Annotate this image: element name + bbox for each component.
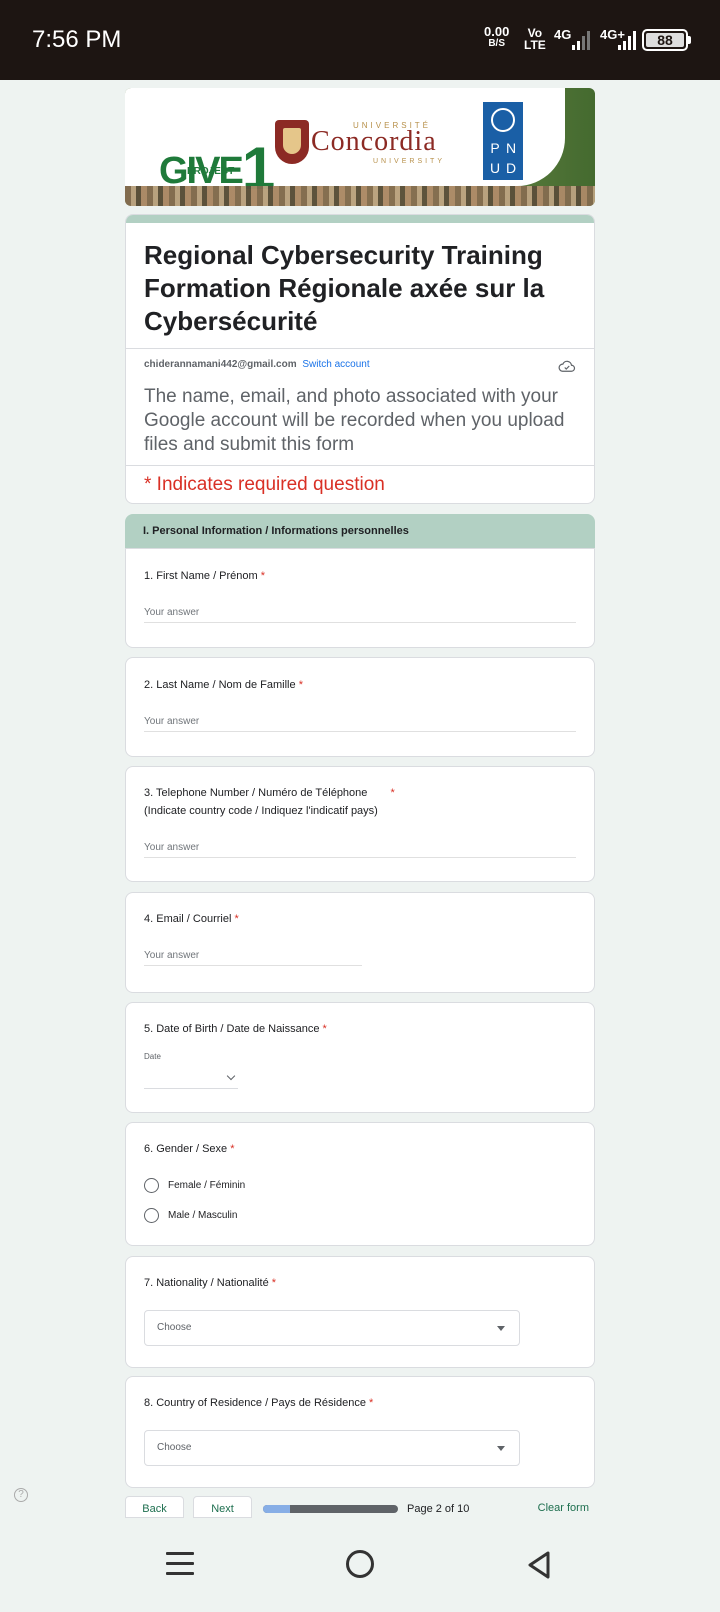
- network-type-1: 4G: [554, 27, 572, 42]
- clear-form-button[interactable]: Clear form: [538, 1502, 589, 1514]
- undp-letter: N: [505, 140, 517, 156]
- network-speed-value: 0.00: [484, 24, 510, 39]
- header-logo-panel: GIVE1 PROJECT UNIVERSITÉ Concordia UNIVE…: [125, 88, 565, 202]
- question-telephone: 3. Telephone Number / Numéro de Téléphon…: [125, 766, 595, 882]
- gender-option-male[interactable]: Male / Masculin: [144, 1206, 237, 1224]
- telephone-input[interactable]: Your answer: [144, 836, 576, 858]
- question-email: 4. Email / Courriel * Your answer: [125, 892, 595, 993]
- account-notice: The name, email, and photo associated wi…: [144, 386, 565, 455]
- country-residence-select[interactable]: Choose: [144, 1430, 520, 1466]
- concordia-logo: Concordia: [311, 126, 437, 157]
- progress-bar: [263, 1505, 398, 1513]
- question-nationality: 7. Nationality / Nationalité * Choose: [125, 1256, 595, 1368]
- home-icon[interactable]: [346, 1550, 374, 1578]
- switch-account-link[interactable]: Switch account: [302, 359, 369, 370]
- network-speed-unit: B/S: [488, 38, 505, 49]
- status-bar: 7:56 PM 0.00 B/S Vo LTE 4G 4G+ 88: [0, 0, 720, 80]
- question-label: 3. Telephone Number / Numéro de Téléphon…: [144, 787, 395, 799]
- undp-letter: D: [505, 160, 517, 176]
- signal-icon: [572, 28, 590, 50]
- question-label: 7. Nationality / Nationalité *: [144, 1277, 277, 1289]
- dropdown-caret-icon: [497, 1326, 505, 1331]
- date-label: Date: [144, 1052, 161, 1061]
- battery-tip: [688, 36, 691, 44]
- first-name-input[interactable]: Your answer: [144, 601, 576, 623]
- network-speed: 0.00 B/S: [484, 24, 510, 50]
- volte-bottom: LTE: [524, 38, 546, 52]
- account-email: chiderannamani442@gmail.com: [144, 359, 297, 370]
- battery-icon: 88: [642, 29, 688, 51]
- status-time: 7:56 PM: [32, 26, 122, 53]
- email-input[interactable]: Your answer: [144, 944, 362, 966]
- radio-button[interactable]: [144, 1207, 159, 1223]
- progress-fill: [263, 1505, 290, 1513]
- form-header-image: GIVE1 PROJECT UNIVERSITÉ Concordia UNIVE…: [125, 88, 595, 206]
- question-label: 2. Last Name / Nom de Famille *: [144, 679, 303, 691]
- question-label: 5. Date of Birth / Date de Naissance *: [144, 1023, 327, 1035]
- nationality-select[interactable]: Choose: [144, 1310, 520, 1346]
- back-button[interactable]: Back: [125, 1496, 184, 1518]
- question-date-of-birth: 5. Date of Birth / Date de Naissance * D…: [125, 1002, 595, 1113]
- account-row: chiderannamani442@gmail.com Switch accou…: [126, 349, 594, 379]
- give-logo-sub: PROJECT: [187, 166, 235, 177]
- signal-icon: [618, 28, 636, 50]
- gender-option-female[interactable]: Female / Féminin: [144, 1176, 245, 1194]
- last-name-input[interactable]: Your answer: [144, 710, 576, 732]
- concordia-univ-bottom: UNIVERSITY: [373, 158, 446, 165]
- question-last-name: 2. Last Name / Nom de Famille * Your ans…: [125, 657, 595, 757]
- chevron-down-icon: [226, 1071, 236, 1081]
- header-crowd-photo: [125, 186, 595, 206]
- next-button[interactable]: Next: [193, 1496, 252, 1518]
- option-label: Male / Masculin: [168, 1209, 238, 1221]
- question-label: 1. First Name / Prénom *: [144, 570, 266, 582]
- select-value: Choose: [157, 1322, 192, 1333]
- select-value: Choose: [157, 1442, 192, 1453]
- date-of-birth-picker[interactable]: [144, 1069, 238, 1089]
- undp-logo: P N U D: [483, 102, 523, 180]
- undp-letter: P: [490, 140, 500, 156]
- form-title: Regional Cybersecurity Training Formatio…: [144, 240, 545, 336]
- cloud-icon: [558, 360, 576, 372]
- question-label: 8. Country of Residence / Pays de Réside…: [144, 1397, 374, 1409]
- page-indicator: Page 2 of 10: [407, 1503, 470, 1515]
- undp-letter: U: [489, 160, 501, 176]
- back-icon[interactable]: [526, 1550, 552, 1580]
- dropdown-caret-icon: [497, 1446, 505, 1451]
- question-first-name: 1. First Name / Prénom * Your answer: [125, 548, 595, 648]
- required-note: * Indicates required question: [144, 474, 385, 495]
- battery-level: 88: [646, 33, 684, 47]
- form-navigation: Back Next Page 2 of 10 Clear form: [125, 1496, 595, 1518]
- question-gender: 6. Gender / Sexe * Female / Féminin Male…: [125, 1122, 595, 1246]
- concordia-shield-icon: [275, 120, 309, 164]
- option-label: Female / Féminin: [168, 1179, 246, 1191]
- help-icon[interactable]: ?: [14, 1488, 28, 1502]
- question-label: 4. Email / Courriel *: [144, 913, 239, 925]
- un-globe-icon: [491, 108, 515, 132]
- question-sublabel: (Indicate country code / Indiquez l'indi…: [144, 805, 378, 817]
- radio-button[interactable]: [144, 1177, 159, 1193]
- system-nav-bar: [0, 1520, 720, 1612]
- form-title-card: Regional Cybersecurity Training Formatio…: [125, 214, 595, 504]
- volte-indicator: Vo LTE: [524, 27, 546, 51]
- section-header: I. Personal Information / Informations p…: [125, 514, 595, 548]
- menu-icon[interactable]: [166, 1552, 194, 1576]
- question-label: 6. Gender / Sexe *: [144, 1143, 235, 1155]
- title-accent-bar: [126, 215, 594, 223]
- question-country-residence: 8. Country of Residence / Pays de Réside…: [125, 1376, 595, 1488]
